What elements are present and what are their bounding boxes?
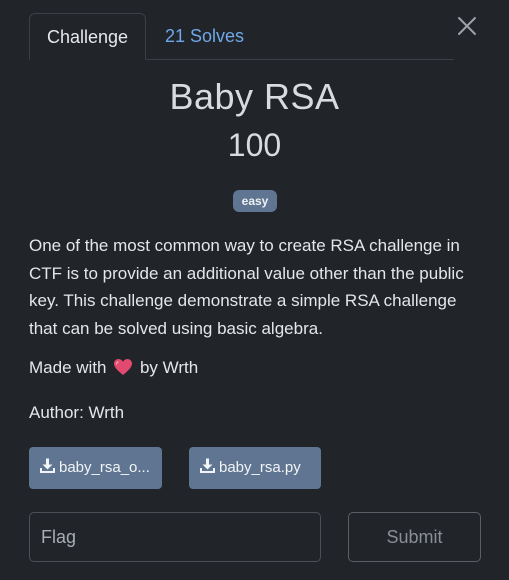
challenge-tabs: Challenge 21 Solves xyxy=(29,13,454,60)
tab-solves[interactable]: 21 Solves xyxy=(165,13,244,59)
made-prefix: Made with xyxy=(29,358,107,377)
download-file-button[interactable]: baby_rsa.py xyxy=(189,447,321,489)
download-icon xyxy=(200,458,215,473)
close-button[interactable] xyxy=(455,14,479,38)
difficulty-tag: easy xyxy=(233,190,277,212)
download-file-button[interactable]: baby_rsa_o... xyxy=(29,447,162,489)
file-label: baby_rsa_o... xyxy=(59,459,150,476)
challenge-author: Author: Wrth xyxy=(29,403,125,422)
tab-challenge[interactable]: Challenge xyxy=(29,13,146,60)
flag-input[interactable] xyxy=(29,512,321,562)
made-suffix: by Wrth xyxy=(139,358,199,377)
made-with-line: Made with by Wrth xyxy=(29,358,198,378)
challenge-name: Baby RSA xyxy=(169,76,340,117)
heart-icon xyxy=(114,359,133,375)
challenge-points: 100 xyxy=(227,127,282,163)
challenge-modal: Challenge 21 Solves Baby RSA 100 easy On… xyxy=(0,0,509,580)
download-icon xyxy=(40,458,55,473)
submit-button[interactable]: Submit xyxy=(348,512,481,562)
file-label: baby_rsa.py xyxy=(219,459,301,476)
challenge-description: One of the most common way to create RSA… xyxy=(29,236,464,338)
close-icon xyxy=(458,17,476,35)
